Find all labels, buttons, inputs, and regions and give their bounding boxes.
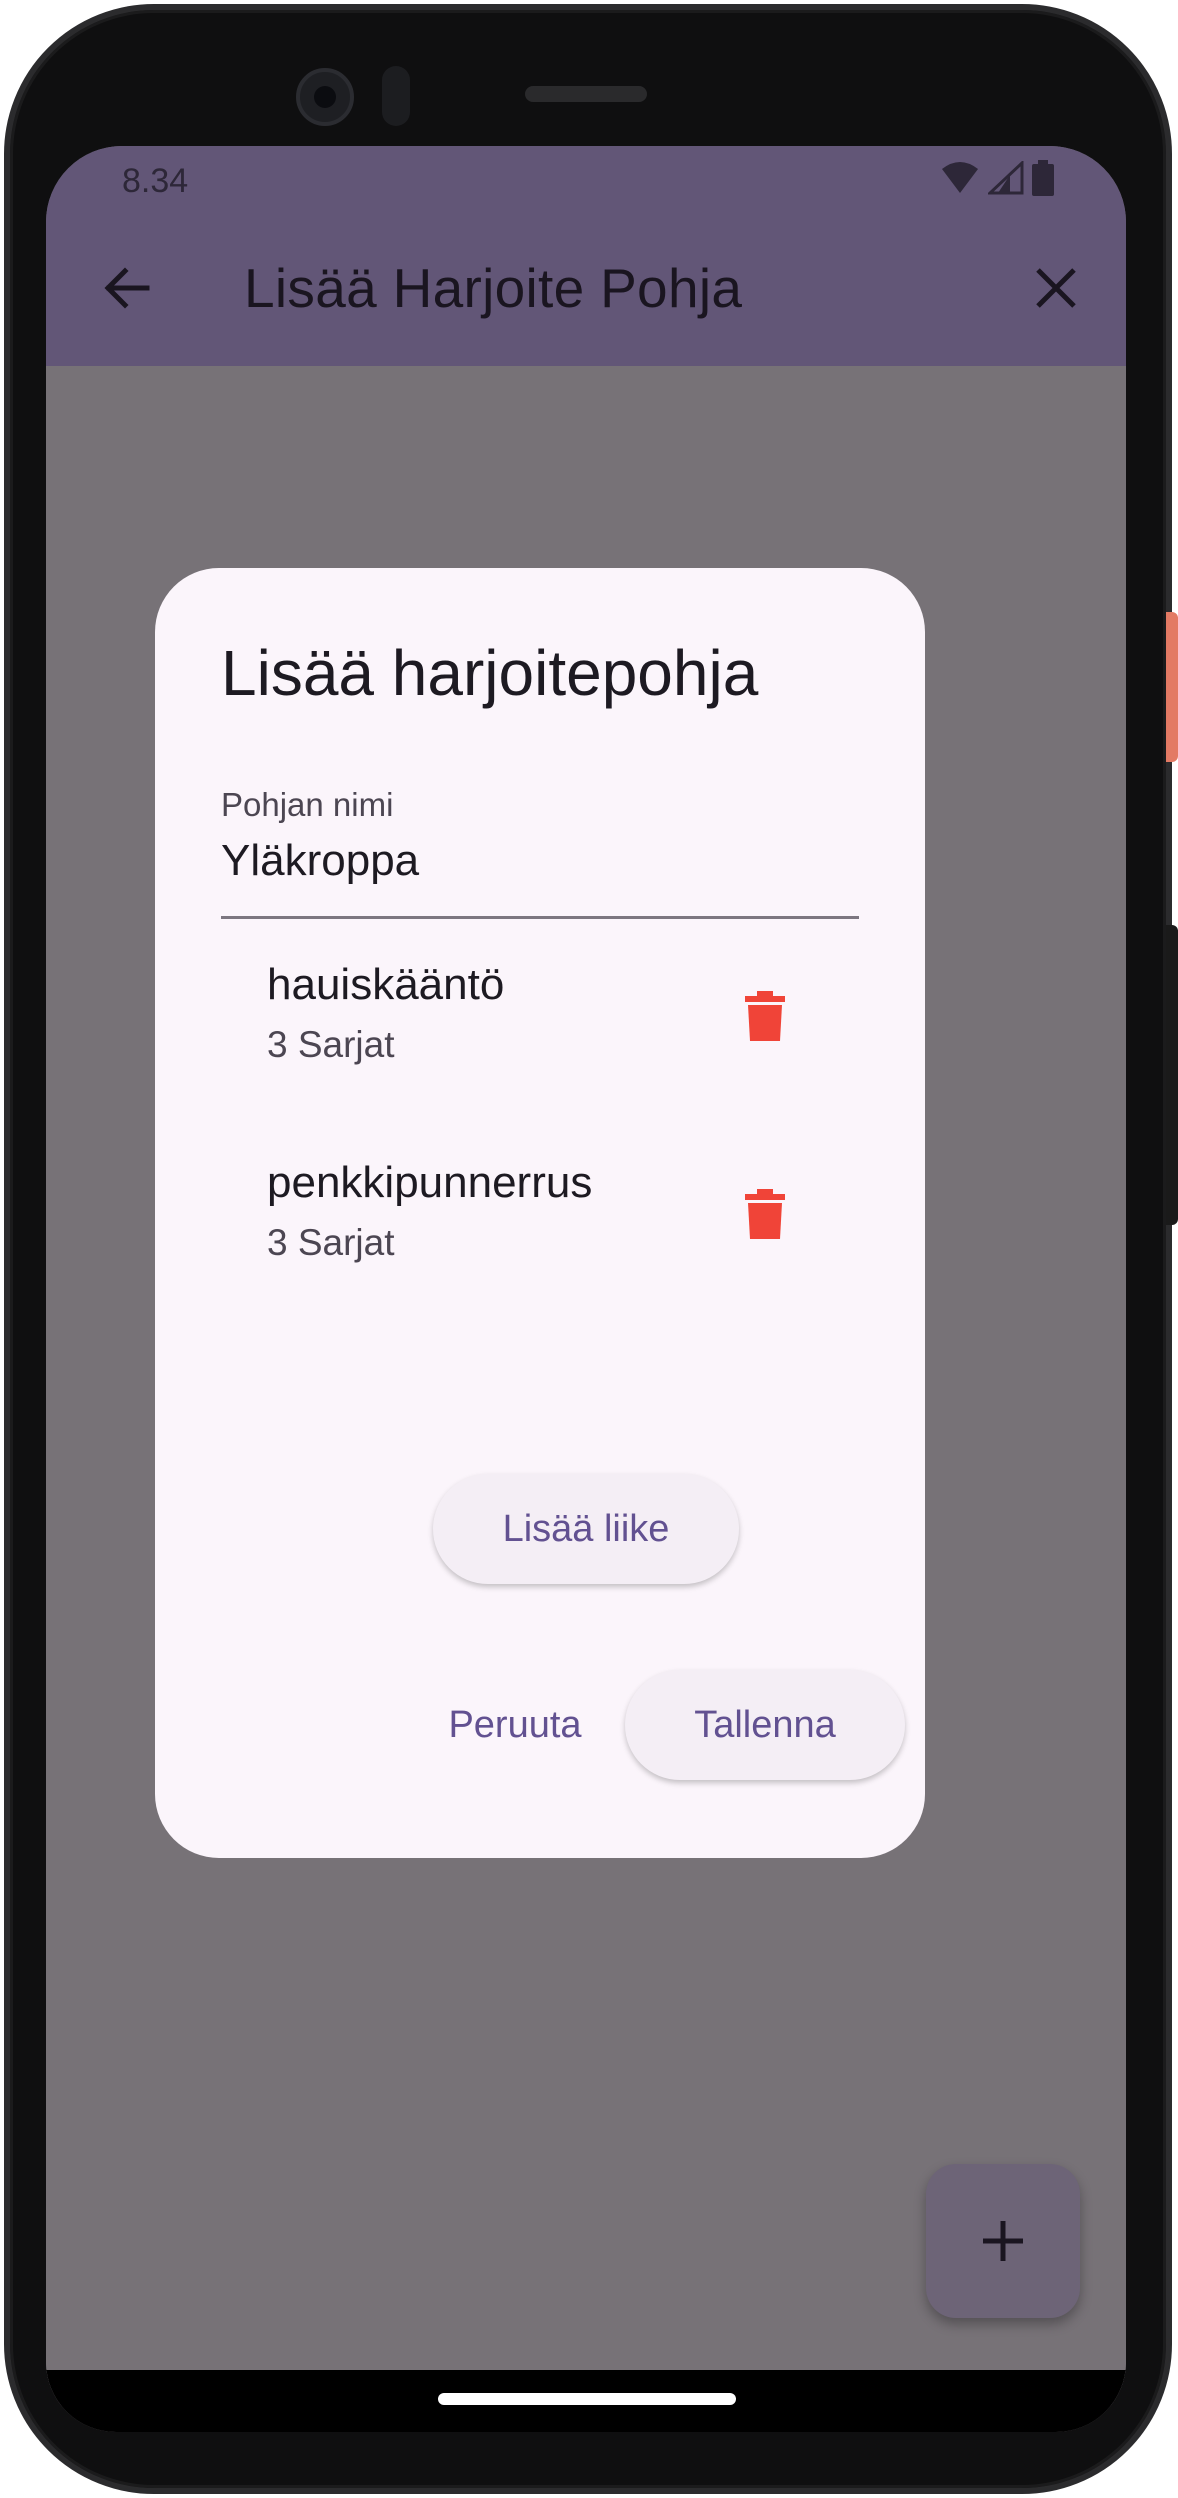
home-indicator[interactable] (438, 2393, 736, 2405)
dialog-title: Lisää harjoitepohja (221, 637, 759, 709)
earpiece-speaker (525, 86, 647, 102)
close-button[interactable] (1024, 256, 1088, 320)
power-button (1166, 612, 1178, 762)
wifi-icon (942, 162, 978, 193)
proximity-sensor (382, 66, 410, 126)
status-time: 8.34 (122, 162, 189, 200)
template-name-input[interactable]: Yläkroppa (221, 836, 419, 886)
exercise-name: hauiskääntö (267, 960, 505, 1009)
add-move-button[interactable]: Lisää liike (433, 1474, 739, 1584)
back-button[interactable] (94, 256, 158, 320)
save-button[interactable]: Tallenna (625, 1670, 905, 1780)
cancel-button[interactable]: Peruuta (425, 1670, 605, 1780)
trash-icon (745, 1189, 785, 1239)
front-camera (296, 68, 354, 126)
template-name-underline (221, 916, 859, 919)
exercise-list-item: penkkipunnerrus 3 Sarjat (155, 1138, 925, 1298)
add-template-dialog: Lisää harjoitepohja Pohjan nimi Yläkropp… (155, 568, 925, 1858)
delete-exercise-button[interactable] (725, 976, 805, 1056)
add-fab-button[interactable] (926, 2164, 1080, 2318)
plus-icon (983, 2221, 1023, 2261)
status-icons (940, 160, 1054, 196)
exercise-sets: 3 Sarjat (267, 1222, 395, 1263)
template-name-label: Pohjan nimi (221, 786, 394, 823)
arrow-back-icon (104, 267, 150, 309)
close-icon (1036, 268, 1076, 308)
status-bar: 8.34 (46, 146, 1126, 216)
volume-button (1166, 925, 1178, 1225)
exercise-sets: 3 Sarjat (267, 1024, 395, 1065)
app-bar: Lisää Harjoite Pohja (46, 216, 1126, 366)
delete-exercise-button[interactable] (725, 1174, 805, 1254)
app-bar-title: Lisää Harjoite Pohja (244, 257, 743, 319)
cell-signal-icon (988, 161, 1024, 195)
trash-icon (745, 991, 785, 1041)
battery-icon (1032, 160, 1054, 196)
exercise-list-item: hauiskääntö 3 Sarjat (155, 940, 925, 1100)
exercise-name: penkkipunnerrus (267, 1158, 593, 1207)
